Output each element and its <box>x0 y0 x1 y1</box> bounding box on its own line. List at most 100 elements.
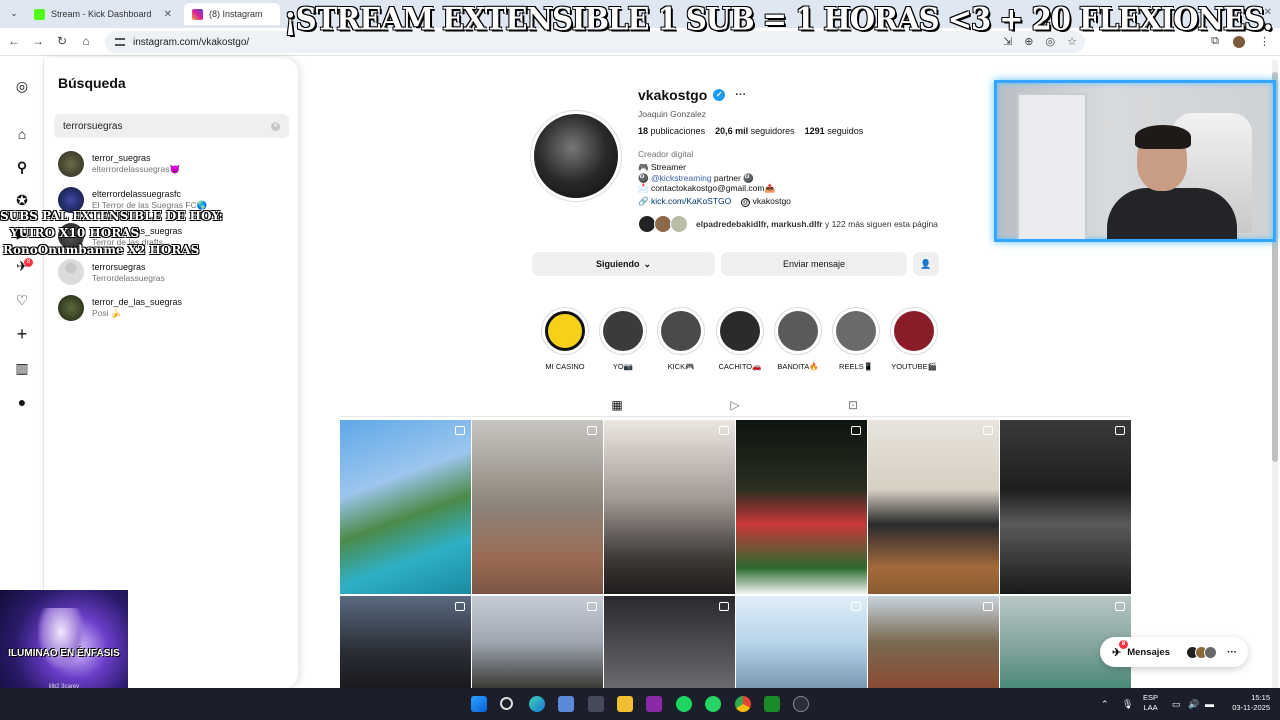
zoom-icon[interactable]: ⊕ <box>1024 35 1033 48</box>
highlight-cover <box>836 311 876 351</box>
instagram-logo-icon[interactable]: ◎ <box>14 78 30 94</box>
search-taskbar-icon[interactable] <box>500 697 513 710</box>
post-thumbnail[interactable] <box>736 420 867 594</box>
overlay-sub-line: YUIRO X10 HORAS <box>10 226 140 240</box>
obs-icon[interactable] <box>793 696 809 712</box>
explore-nav-icon[interactable]: ✪ <box>14 192 30 208</box>
post-thumbnail[interactable] <box>868 596 999 688</box>
post-thumbnail[interactable] <box>1000 420 1131 594</box>
overlay-anime-figure <box>38 608 84 668</box>
home-icon[interactable]: ⌂ <box>78 34 94 48</box>
url-text[interactable]: instagram.com/vkakostgo/ <box>133 37 249 48</box>
stat-following[interactable]: 1291 seguidos <box>805 126 864 136</box>
followed-by[interactable]: elpadredebakidlfr, markush.dlfr y 122 má… <box>638 215 938 233</box>
highlight-cover <box>778 311 818 351</box>
profile-category: Creador digital <box>638 149 694 159</box>
more-icon[interactable]: ··· <box>1227 647 1237 658</box>
threads-icon: @ <box>741 198 751 207</box>
post-thumbnail[interactable] <box>472 420 603 594</box>
search-result-item[interactable]: terrorsuegras Terrordelassuegras <box>58 256 288 288</box>
posts-grid-tab-icon[interactable]: ▦ <box>610 398 624 412</box>
highlight-item[interactable]: YOUTUBE🎬 <box>889 307 939 371</box>
close-tab-icon[interactable]: ✕ <box>164 9 172 20</box>
clear-search-icon[interactable]: ✕ <box>271 122 280 131</box>
reload-icon[interactable]: ↻ <box>54 34 70 48</box>
eye-off-icon[interactable]: ◎ <box>1046 35 1056 48</box>
language-indicator[interactable]: ESP LAA <box>1143 693 1158 713</box>
site-info-icon[interactable] <box>115 38 125 46</box>
post-thumbnail[interactable] <box>340 596 471 688</box>
post-thumbnail[interactable] <box>340 420 471 594</box>
bio-line: 📩 contactokakostgo@gmail.com📤 <box>638 183 776 193</box>
xbox-icon[interactable] <box>764 696 780 712</box>
post-thumbnail[interactable] <box>604 596 735 688</box>
post-thumbnail[interactable] <box>604 420 735 594</box>
back-icon[interactable]: ← <box>6 34 22 48</box>
menu-kebab-icon[interactable]: ⋮ <box>1259 35 1270 48</box>
app-icon[interactable] <box>588 696 604 712</box>
profile-avatar-icon[interactable] <box>1233 35 1245 48</box>
post-thumbnail[interactable] <box>868 420 999 594</box>
home-nav-icon[interactable]: ⌂ <box>14 126 30 142</box>
volume-icon[interactable]: 🔊 <box>1188 699 1199 710</box>
search-input[interactable] <box>54 114 289 138</box>
forward-icon[interactable]: → <box>30 34 46 48</box>
install-app-icon[interactable]: ⇲ <box>1003 35 1012 48</box>
highlight-item[interactable]: CACHITO🚗 <box>715 307 765 371</box>
profile-avatar[interactable] <box>530 110 622 202</box>
tab-title: Stream - Kick Dashboard <box>51 9 152 19</box>
post-thumbnail[interactable] <box>472 596 603 688</box>
windows-start-icon[interactable] <box>471 696 487 712</box>
network-icon[interactable]: ▭ <box>1172 699 1181 710</box>
tab-instagram[interactable]: (8) Instagram <box>184 3 280 25</box>
carousel-icon <box>1115 426 1125 435</box>
reel-icon <box>455 426 465 435</box>
bookmark-star-icon[interactable]: ☆ <box>1067 35 1077 48</box>
following-button[interactable]: Siguiendo ⌄ <box>532 252 715 276</box>
send-message-button[interactable]: Enviar mensaje <box>721 252 907 276</box>
search-nav-icon[interactable]: ⚲ <box>14 159 30 175</box>
battery-icon[interactable]: ▬ <box>1205 699 1214 709</box>
carousel-icon <box>587 602 597 611</box>
carousel-icon <box>983 602 993 611</box>
highlight-cover <box>603 311 643 351</box>
app-icon[interactable] <box>646 696 662 712</box>
result-avatar <box>58 151 84 177</box>
highlight-item[interactable]: KICK🎮 <box>656 307 706 371</box>
tab-kick-dashboard[interactable]: Stream - Kick Dashboard ✕ <box>26 3 180 25</box>
whatsapp-icon[interactable] <box>705 696 721 712</box>
highlight-item[interactable]: YO📷 <box>598 307 648 371</box>
file-explorer-icon[interactable] <box>617 696 633 712</box>
highlight-cover <box>720 311 760 351</box>
search-result-item[interactable]: terror_de_las_suegras Posi 🍌 <box>58 292 288 324</box>
extensions-icon[interactable]: ⧉ <box>1211 35 1219 48</box>
microphone-icon[interactable]: 🎙 <box>1122 699 1133 710</box>
profile-external-link[interactable]: 🔗 kick.com/KaKoSTGO <box>638 196 731 207</box>
tray-chevron-up-icon[interactable]: ⌃ <box>1101 699 1109 710</box>
highlight-item[interactable]: REELS📱 <box>831 307 881 371</box>
highlight-item[interactable]: MI CASINO <box>540 307 590 371</box>
chrome-icon[interactable] <box>735 696 751 712</box>
reels-tab-icon[interactable]: ▷ <box>728 398 742 412</box>
tagged-tab-icon[interactable]: ⊡ <box>846 398 860 412</box>
create-plus-icon[interactable]: + <box>14 325 30 343</box>
dashboard-icon[interactable]: ▥ <box>14 360 30 376</box>
post-thumbnail[interactable] <box>736 596 867 688</box>
messages-floating-button[interactable]: ✈ 8 Mensajes ··· <box>1100 637 1248 667</box>
search-result-item[interactable]: terror_suegras elterrordelassuegras😈 <box>58 148 288 180</box>
tabs-divider <box>340 416 1130 417</box>
suggested-users-icon[interactable]: 👤 <box>913 252 939 276</box>
threads-link[interactable]: @ vkakostgo <box>741 196 791 207</box>
more-options-icon[interactable]: ··· <box>735 89 746 101</box>
stat-followers[interactable]: 20,6 mil seguidores <box>715 126 795 136</box>
clock[interactable]: 15:15 03-11-2025 <box>1222 693 1270 713</box>
profile-nav-avatar-icon[interactable]: ● <box>14 394 30 410</box>
stat-posts[interactable]: 18 publicaciones <box>638 126 705 136</box>
store-icon[interactable] <box>558 696 574 712</box>
edge-icon[interactable] <box>529 696 545 712</box>
tab-list-dropdown-icon[interactable]: ⌄ <box>6 5 22 21</box>
spotify-icon[interactable] <box>676 696 692 712</box>
highlight-item[interactable]: BANDITA🔥 <box>773 307 823 371</box>
notifications-heart-icon[interactable]: ♡ <box>14 292 30 308</box>
bio-mention-link[interactable]: @kickstreaming <box>651 173 712 183</box>
